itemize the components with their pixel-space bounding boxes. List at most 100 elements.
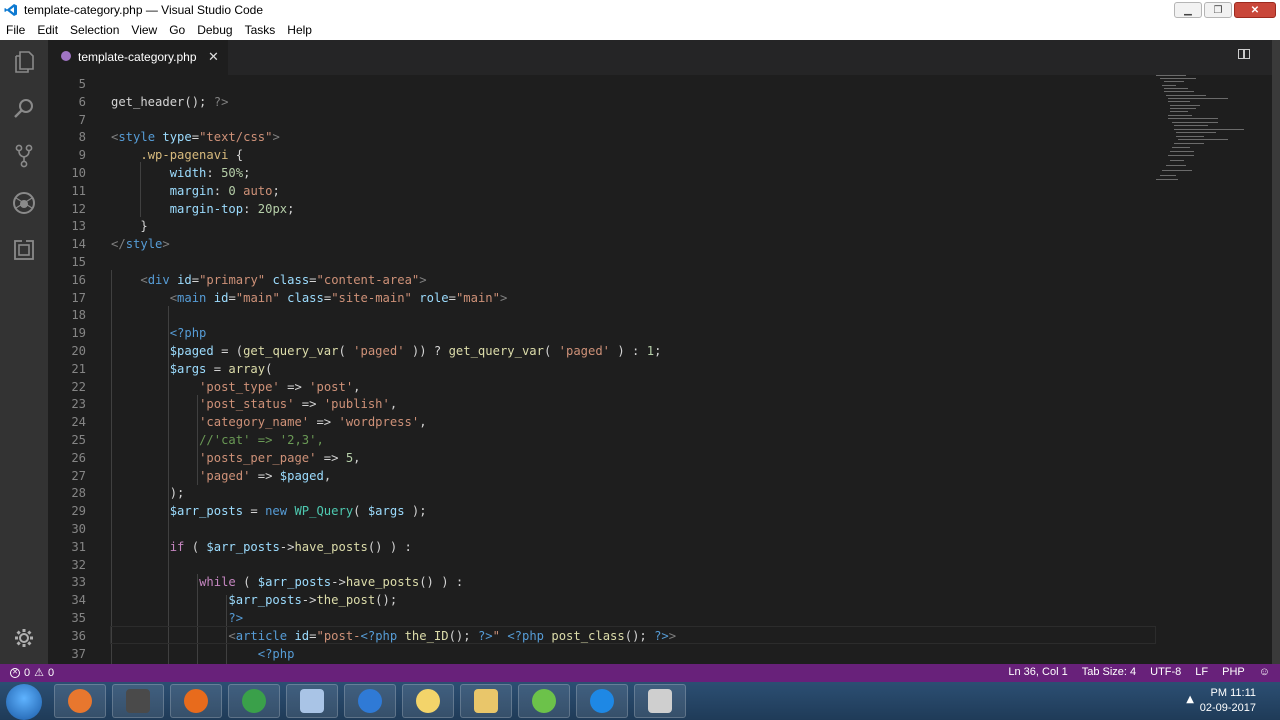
menu-item-file[interactable]: File [0, 23, 31, 37]
code-text: if ( $arr_posts->have_posts() ) : [111, 538, 412, 556]
code-token: (); [624, 628, 655, 643]
cursor-position[interactable]: Ln 36, Col 1 [1008, 666, 1067, 678]
code-token: id [213, 290, 229, 305]
code-token: "site-main" [331, 290, 412, 305]
code-token: $arr_posts [169, 504, 244, 519]
sublime-text-icon[interactable] [112, 684, 164, 718]
tray-arrow-icon[interactable]: ▲ [1186, 694, 1194, 705]
code-line: 36 <article id="post-<?php the_ID(); ?>"… [48, 627, 1272, 645]
code-text: <div id="primary" class="content-area"> [111, 271, 426, 289]
line-number: 36 [71, 628, 86, 643]
internet-explorer-icon[interactable] [344, 684, 396, 718]
code-token: 1 [646, 344, 655, 358]
code-text: get_header(); ?> [111, 93, 228, 111]
code-line: 15 [48, 253, 1272, 271]
php-file-icon [61, 51, 71, 61]
code-token: class [287, 290, 324, 305]
menu-item-tasks[interactable]: Tasks [239, 23, 282, 37]
folder-icon[interactable] [402, 684, 454, 718]
chat-icon[interactable] [518, 684, 570, 718]
file-manager-icon[interactable] [286, 684, 338, 718]
code-line: 10 width: 50%; [48, 164, 1272, 182]
taskbar: ▲ PM 11:11 02-09-2017 [0, 682, 1280, 720]
code-token: (); [375, 593, 398, 608]
code-token: : [213, 183, 229, 198]
code-token: if [169, 539, 185, 554]
code-token: article [235, 628, 288, 643]
code-token: , [353, 450, 361, 465]
file-explorer-icon[interactable] [460, 684, 512, 718]
menu-item-edit[interactable]: Edit [31, 23, 64, 37]
menu-item-go[interactable]: Go [163, 23, 191, 37]
split-editor-icon[interactable] [1238, 49, 1250, 59]
code-token: > [668, 628, 677, 643]
code-text: while ( $arr_posts->have_posts() ) : [111, 573, 463, 591]
code-line: 18 [48, 306, 1272, 324]
code-token: auto [243, 183, 273, 198]
menu-item-selection[interactable]: Selection [64, 23, 125, 37]
window-icon[interactable] [634, 684, 686, 718]
line-ending[interactable]: LF [1195, 666, 1208, 678]
chat-glyph [532, 689, 556, 713]
extensions-icon[interactable] [10, 236, 38, 264]
code-token: margin [169, 183, 214, 198]
code-token: ; [287, 201, 295, 216]
code-token: 'paged' [558, 344, 611, 358]
code-token: => [279, 379, 310, 394]
code-line: 28 ); [48, 484, 1272, 502]
feedback-smiley-icon[interactable]: ☺ [1259, 666, 1270, 678]
menu-item-view[interactable]: View [125, 23, 163, 37]
chrome-icon[interactable] [228, 684, 280, 718]
code-token: "post- [316, 628, 361, 643]
start-button[interactable] [6, 684, 42, 720]
code-token: ( [184, 539, 207, 554]
problems-indicator[interactable]: ✕ 0 ⚠ 0 [10, 666, 54, 679]
line-number: 26 [71, 450, 86, 465]
line-number: 25 [71, 433, 86, 447]
line-number: 17 [71, 290, 86, 305]
explorer-icon[interactable] [10, 48, 38, 76]
language-mode[interactable]: PHP [1222, 666, 1245, 678]
code-token: width [169, 166, 207, 180]
code-text: $arr_posts = new WP_Query( $args ); [111, 502, 427, 520]
system-clock[interactable]: PM 11:11 02-09-2017 [1200, 686, 1256, 716]
status-bar: ✕ 0 ⚠ 0 Ln 36, Col 1 Tab Size: 4 UTF-8 L… [0, 664, 1280, 682]
code-token: = [228, 290, 236, 305]
code-line: 9 .wp-pagenavi { [48, 146, 1272, 164]
code-token: ; [654, 344, 662, 358]
gear-icon[interactable] [10, 624, 38, 652]
firefox-glyph [184, 689, 208, 713]
code-token: , [353, 379, 361, 394]
code-line: 26 'posts_per_page' => 5, [48, 449, 1272, 467]
code-token: -> [279, 539, 295, 554]
code-token: 'category_name' [199, 415, 310, 430]
code-token: = [206, 361, 229, 376]
vscode-icon[interactable] [576, 684, 628, 718]
code-token: $args [367, 504, 405, 519]
menu-item-help[interactable]: Help [281, 23, 318, 37]
search-icon[interactable] [10, 95, 38, 123]
code-line: 30 [48, 520, 1272, 538]
debug-icon[interactable] [10, 189, 38, 217]
encoding[interactable]: UTF-8 [1150, 666, 1181, 678]
code-token: div [147, 272, 170, 287]
menu-item-debug[interactable]: Debug [191, 23, 238, 37]
code-editor[interactable]: 5 6 get_header(); ?> 7 8 <style type="text/cs… [48, 75, 1272, 664]
line-number: 7 [78, 112, 86, 127]
code-token: type [162, 130, 192, 145]
source-control-icon[interactable] [10, 142, 38, 170]
close-window-button[interactable]: ✕ [1234, 2, 1276, 18]
tab-size[interactable]: Tab Size: 4 [1082, 666, 1136, 678]
minimize-button[interactable]: ▁ [1174, 2, 1202, 18]
tab-template-category[interactable]: template-category.php ✕ [48, 40, 228, 75]
maximize-button[interactable]: ❐ [1204, 2, 1232, 18]
line-number: 13 [71, 219, 86, 234]
firefox-icon[interactable] [170, 684, 222, 718]
code-token: 'publish' [323, 397, 390, 412]
media-player-icon[interactable] [54, 684, 106, 718]
code-line: 22 'post_type' => 'post', [48, 378, 1272, 396]
close-tab-icon[interactable]: ✕ [208, 49, 219, 65]
